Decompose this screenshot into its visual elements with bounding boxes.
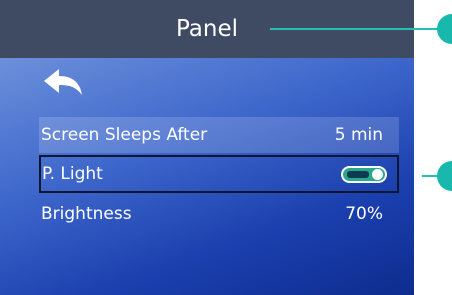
toggle-track <box>347 170 369 178</box>
p-light-toggle[interactable] <box>341 165 387 183</box>
setting-value: 70% <box>345 204 383 224</box>
setting-row-p-light[interactable]: P. Light <box>39 155 399 193</box>
setting-row-screen-sleep[interactable]: Screen Sleeps After 5 min <box>39 117 399 153</box>
device-screen: Panel Screen Sleeps After 5 min P. Light… <box>0 0 414 295</box>
page-title: Panel <box>175 16 239 42</box>
toggle-knob <box>372 168 383 180</box>
stage: Panel Screen Sleeps After 5 min P. Light… <box>0 0 452 295</box>
setting-label: P. Light <box>42 164 103 184</box>
setting-row-brightness[interactable]: Brightness 70% <box>39 196 399 232</box>
back-arrow-icon <box>44 69 82 95</box>
callout-marker-row <box>437 161 452 191</box>
setting-label: Screen Sleeps After <box>41 125 208 145</box>
callout-line-title <box>270 28 438 30</box>
back-button[interactable] <box>42 67 84 99</box>
callout-marker-title <box>437 14 452 44</box>
setting-value: 5 min <box>334 125 383 145</box>
setting-label: Brightness <box>41 204 132 224</box>
